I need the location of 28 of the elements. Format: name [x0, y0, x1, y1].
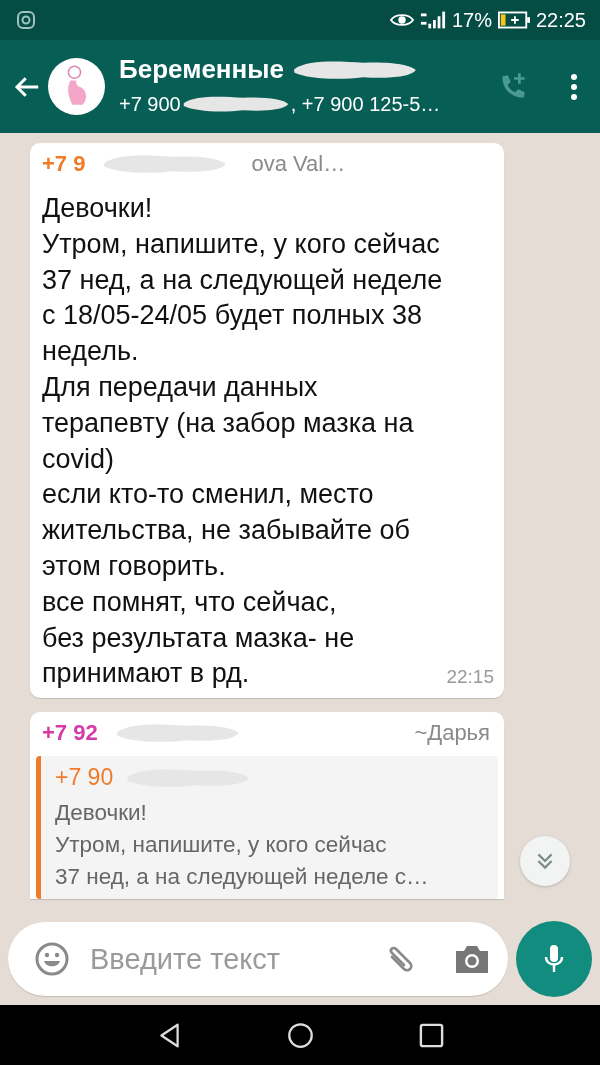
message-input[interactable]: Введите текст — [8, 922, 508, 996]
battery-icon — [497, 11, 530, 29]
microphone-icon — [542, 943, 566, 975]
sender-name: ~Дарья — [414, 720, 490, 747]
clock-time: 22:25 — [535, 8, 586, 32]
battery-percent: 17% — [451, 8, 492, 32]
member-phone: , +7 900 125-5… — [290, 92, 441, 116]
more-options-icon[interactable] — [570, 72, 578, 101]
signal-icon — [419, 10, 446, 30]
camera-icon[interactable] — [454, 943, 490, 975]
input-placeholder: Введите текст — [90, 942, 282, 976]
camera-app-icon — [16, 10, 36, 30]
quote-text: Девочки! Утром, напишите, у кого сейчас 37 нед, а на следующей неделе с… — [55, 799, 430, 892]
recent-apps-icon[interactable] — [417, 1021, 445, 1049]
message-text: Девочки! Утром, напишите, у кого сейчас 37 нед, а на следующей неделе с 18/05-24/05 будет полных 38 недель. Для передачи данных терапевту (на забор мазка на covid) если кто-то сменил, место жительства, не забывайте об этом говорить. все помнят, что сейчас, без результата мазка- не принимают в рд. — [42, 192, 443, 691]
message-time: 22:15 — [446, 666, 494, 689]
quote-sender: +7 90 — [55, 764, 114, 792]
quoted-message[interactable]: +7 90 Девочки! Утром, напишите, у кого сейчас 37 нед, а на следующей неделе с… — [36, 756, 498, 900]
eye-icon — [389, 12, 414, 28]
home-icon[interactable] — [286, 1021, 314, 1049]
group-title[interactable]: Беременные — [119, 54, 284, 85]
group-avatar[interactable] — [48, 58, 105, 115]
member-phone: +7 900 — [119, 92, 181, 116]
emoji-icon[interactable] — [34, 941, 70, 977]
scroll-down-button[interactable] — [520, 836, 570, 886]
sender-phone[interactable]: +7 9 — [42, 151, 86, 177]
sender-phone[interactable]: +7 92 — [42, 720, 98, 747]
sender-name: ova Val… — [251, 151, 346, 177]
